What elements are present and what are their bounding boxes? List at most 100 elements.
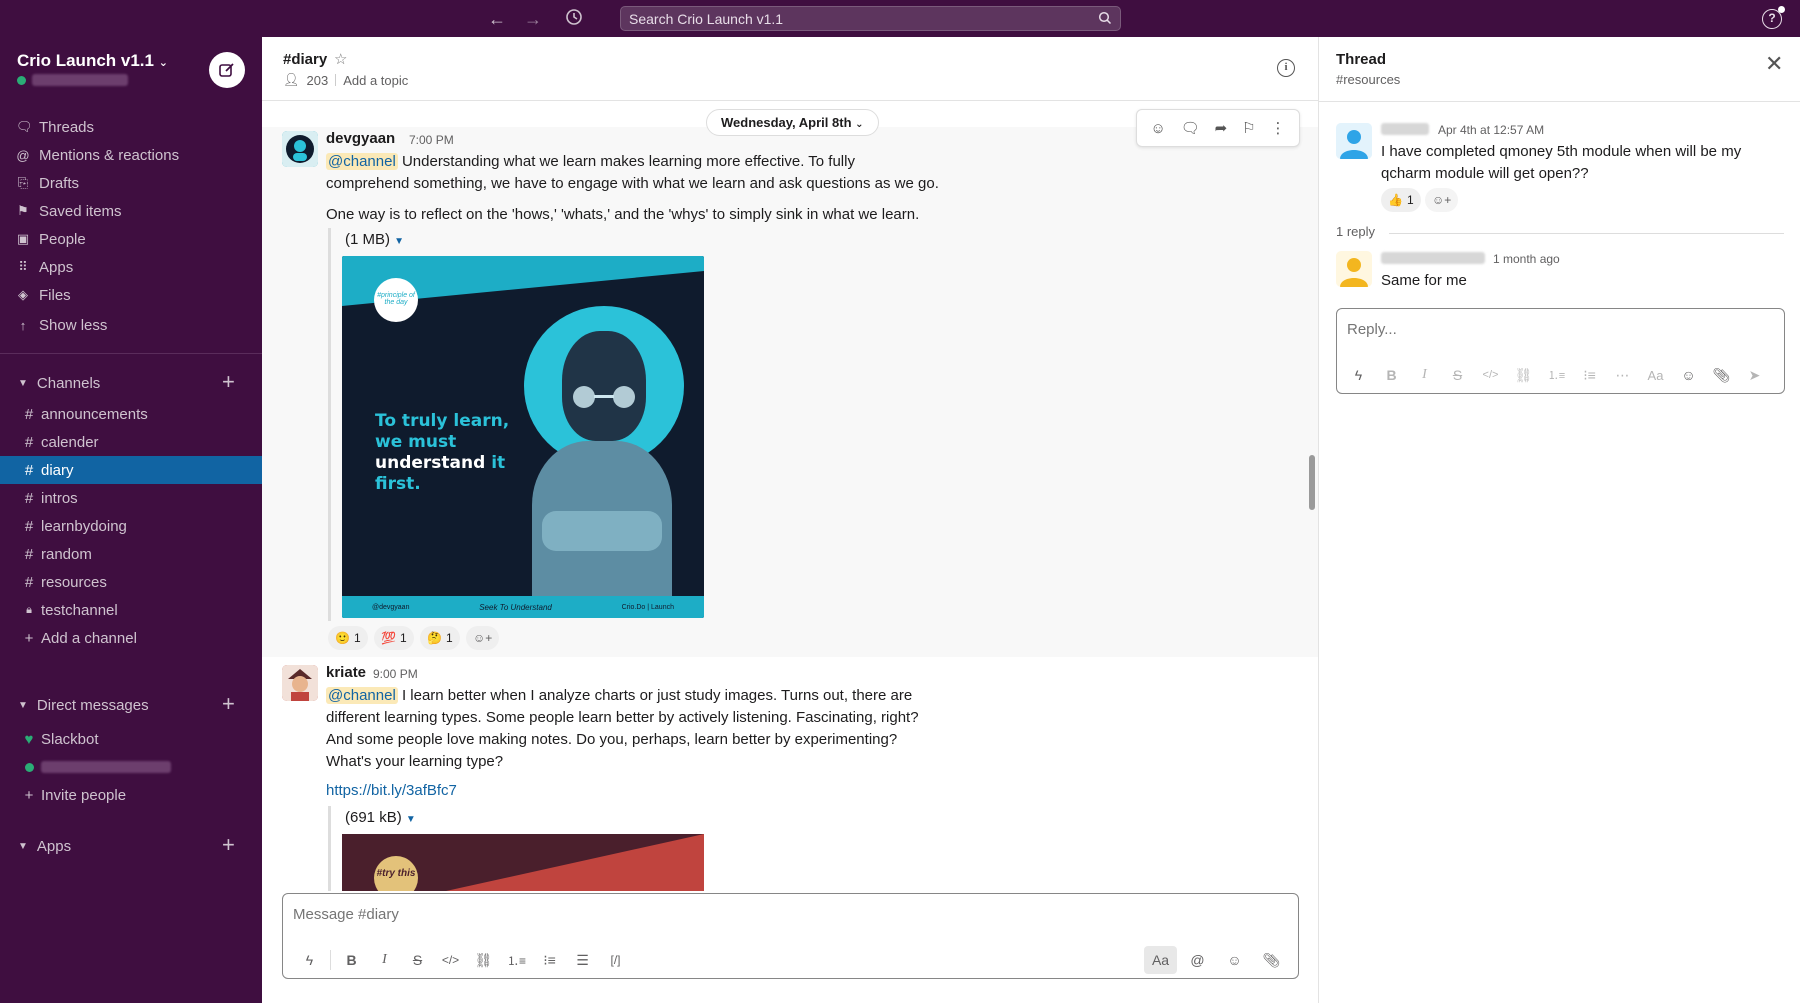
- shortcuts-lightning-icon[interactable]: ϟ: [1342, 361, 1375, 389]
- add-reaction-icon[interactable]: ☺+: [1425, 188, 1459, 212]
- add-app-plus-icon[interactable]: +: [222, 834, 235, 856]
- channel-title[interactable]: #diary: [283, 51, 327, 68]
- thread-channel[interactable]: #resources: [1336, 72, 1400, 87]
- message-timestamp[interactable]: 1 month ago: [1493, 252, 1560, 266]
- blockquote-icon[interactable]: ☰: [566, 946, 599, 974]
- reply-input[interactable]: [1347, 321, 1767, 338]
- add-reaction-icon[interactable]: ☺: [1150, 120, 1165, 137]
- message-timestamp[interactable]: 7:00 PM: [409, 133, 454, 147]
- bulleted-list-icon[interactable]: ⁝≡: [533, 946, 566, 974]
- date-divider[interactable]: Wednesday, April 8th ⌄: [706, 109, 879, 136]
- reaction-pill[interactable]: 🤔 1: [420, 626, 460, 650]
- sidebar-item-intros[interactable]: # intros: [0, 484, 262, 512]
- message-input[interactable]: [293, 906, 1273, 923]
- forward-arrow-icon[interactable]: →: [522, 8, 544, 30]
- more-actions-icon[interactable]: ⋮: [1270, 119, 1285, 137]
- avatar[interactable]: [282, 665, 318, 701]
- ordered-list-icon[interactable]: ⒈≡: [1540, 361, 1573, 389]
- sidebar-item-people[interactable]: ▣ People: [16, 227, 86, 251]
- attachment-icon[interactable]: 📎︎: [1255, 946, 1288, 974]
- apps-section-header[interactable]: ▼ Apps: [18, 834, 71, 858]
- sidebar-item-learnbydoing[interactable]: # learnbydoing: [0, 512, 262, 540]
- info-icon[interactable]: i: [1277, 59, 1295, 77]
- sidebar-item-diary[interactable]: # diary: [0, 456, 262, 484]
- close-icon[interactable]: ✕: [1765, 51, 1783, 77]
- history-icon[interactable]: [563, 8, 585, 30]
- workspace-user[interactable]: [17, 74, 128, 86]
- link-icon[interactable]: ⛓︎: [467, 946, 500, 974]
- message-author[interactable]: kriate: [326, 664, 366, 681]
- star-icon[interactable]: ☆: [334, 50, 347, 68]
- formatting-toggle[interactable]: Aa: [1144, 946, 1177, 974]
- member-count[interactable]: 203: [307, 73, 329, 88]
- italic-icon[interactable]: I: [1408, 361, 1441, 389]
- add-channel-plus-icon[interactable]: +: [222, 371, 235, 393]
- thread-author[interactable]: [1381, 122, 1431, 136]
- mention-icon[interactable]: @: [1181, 946, 1214, 974]
- code-block-icon[interactable]: [/]: [599, 946, 632, 974]
- avatar[interactable]: [282, 131, 318, 167]
- add-dm-plus-icon[interactable]: +: [222, 693, 235, 715]
- scrollbar-thumb[interactable]: [1309, 455, 1315, 510]
- bold-icon[interactable]: B: [335, 946, 368, 974]
- emoji-icon[interactable]: ☺: [1218, 946, 1251, 974]
- strikethrough-icon[interactable]: S: [1441, 361, 1474, 389]
- avatar[interactable]: [1336, 123, 1372, 159]
- dm-section-header[interactable]: ▼ Direct messages: [18, 693, 149, 717]
- code-icon[interactable]: </>: [434, 946, 467, 974]
- sidebar-item-saved[interactable]: ⚑ Saved items: [16, 199, 121, 223]
- sidebar-item-calender[interactable]: # calender: [0, 428, 262, 456]
- sidebar-item-files[interactable]: ◈ Files: [16, 283, 71, 307]
- sidebar-item-apps[interactable]: ⠿ Apps: [16, 255, 73, 279]
- bulleted-list-icon[interactable]: ⁝≡: [1573, 361, 1606, 389]
- file-size[interactable]: (691 kB) ▼: [345, 809, 416, 826]
- file-size[interactable]: (1 MB) ▼: [345, 231, 404, 248]
- italic-icon[interactable]: I: [368, 946, 401, 974]
- channel-mention[interactable]: @channel: [326, 687, 398, 704]
- search-input[interactable]: Search Crio Launch v1.1: [620, 6, 1121, 31]
- dm-slackbot[interactable]: ♥ Slackbot: [0, 725, 262, 753]
- invite-people-button[interactable]: + Invite people: [0, 781, 262, 809]
- add-topic-link[interactable]: Add a topic: [343, 73, 408, 88]
- bookmark-icon[interactable]: ⚐: [1242, 119, 1255, 137]
- sidebar-item-random[interactable]: # random: [0, 540, 262, 568]
- share-icon[interactable]: ➦: [1215, 119, 1228, 137]
- attachment-icon[interactable]: 📎︎: [1705, 361, 1738, 389]
- strikethrough-icon[interactable]: S: [401, 946, 434, 974]
- sidebar-item-threads[interactable]: 🗨︎ Threads: [16, 115, 94, 139]
- sidebar-item-mentions[interactable]: @ Mentions & reactions: [16, 143, 179, 167]
- dm-self[interactable]: [0, 753, 262, 781]
- channels-section-header[interactable]: ▼ Channels: [18, 371, 100, 395]
- ordered-list-icon[interactable]: ⒈≡: [500, 946, 533, 974]
- shortcuts-lightning-icon[interactable]: ϟ: [293, 946, 326, 974]
- message-link[interactable]: https://bit.ly/3afBfc7: [326, 782, 457, 799]
- message-author[interactable]: devgyaan: [326, 130, 395, 147]
- message-timestamp[interactable]: 9:00 PM: [373, 667, 418, 681]
- workspace-name[interactable]: Crio Launch v1.1 ⌄: [17, 51, 168, 71]
- channel-mention[interactable]: @channel: [326, 153, 398, 170]
- send-icon[interactable]: ➤: [1738, 361, 1771, 389]
- sidebar-item-announcements[interactable]: # announcements: [0, 400, 262, 428]
- reply-author[interactable]: [1381, 251, 1487, 265]
- reaction-pill[interactable]: 👍 1: [1381, 188, 1421, 212]
- sidebar-item-drafts[interactable]: ⎘ Drafts: [16, 171, 79, 195]
- add-channel-button[interactable]: + Add a channel: [0, 624, 262, 652]
- avatar[interactable]: [1336, 251, 1372, 287]
- more-formatting-icon[interactable]: ⋯: [1606, 361, 1639, 389]
- message-timestamp[interactable]: Apr 4th at 12:57 AM: [1438, 123, 1544, 137]
- emoji-icon[interactable]: ☺: [1672, 361, 1705, 389]
- reaction-pill[interactable]: 💯 1: [374, 626, 414, 650]
- attachment-image[interactable]: #try this: [342, 834, 704, 891]
- sidebar-item-show-less[interactable]: ↑ Show less: [16, 313, 108, 337]
- link-icon[interactable]: ⛓︎: [1507, 361, 1540, 389]
- attachment-image[interactable]: #principle of the day To truly learn, we…: [342, 256, 704, 618]
- compose-button[interactable]: [209, 52, 245, 88]
- formatting-toggle[interactable]: Aa: [1639, 361, 1672, 389]
- reaction-pill[interactable]: 🙂 1: [328, 626, 368, 650]
- bold-icon[interactable]: B: [1375, 361, 1408, 389]
- add-reaction-icon[interactable]: ☺+: [466, 626, 500, 650]
- sidebar-item-resources[interactable]: # resources: [0, 568, 262, 596]
- back-arrow-icon[interactable]: ←: [486, 8, 508, 30]
- code-icon[interactable]: </>: [1474, 361, 1507, 389]
- sidebar-item-testchannel[interactable]: 🔒︎ testchannel: [0, 596, 262, 624]
